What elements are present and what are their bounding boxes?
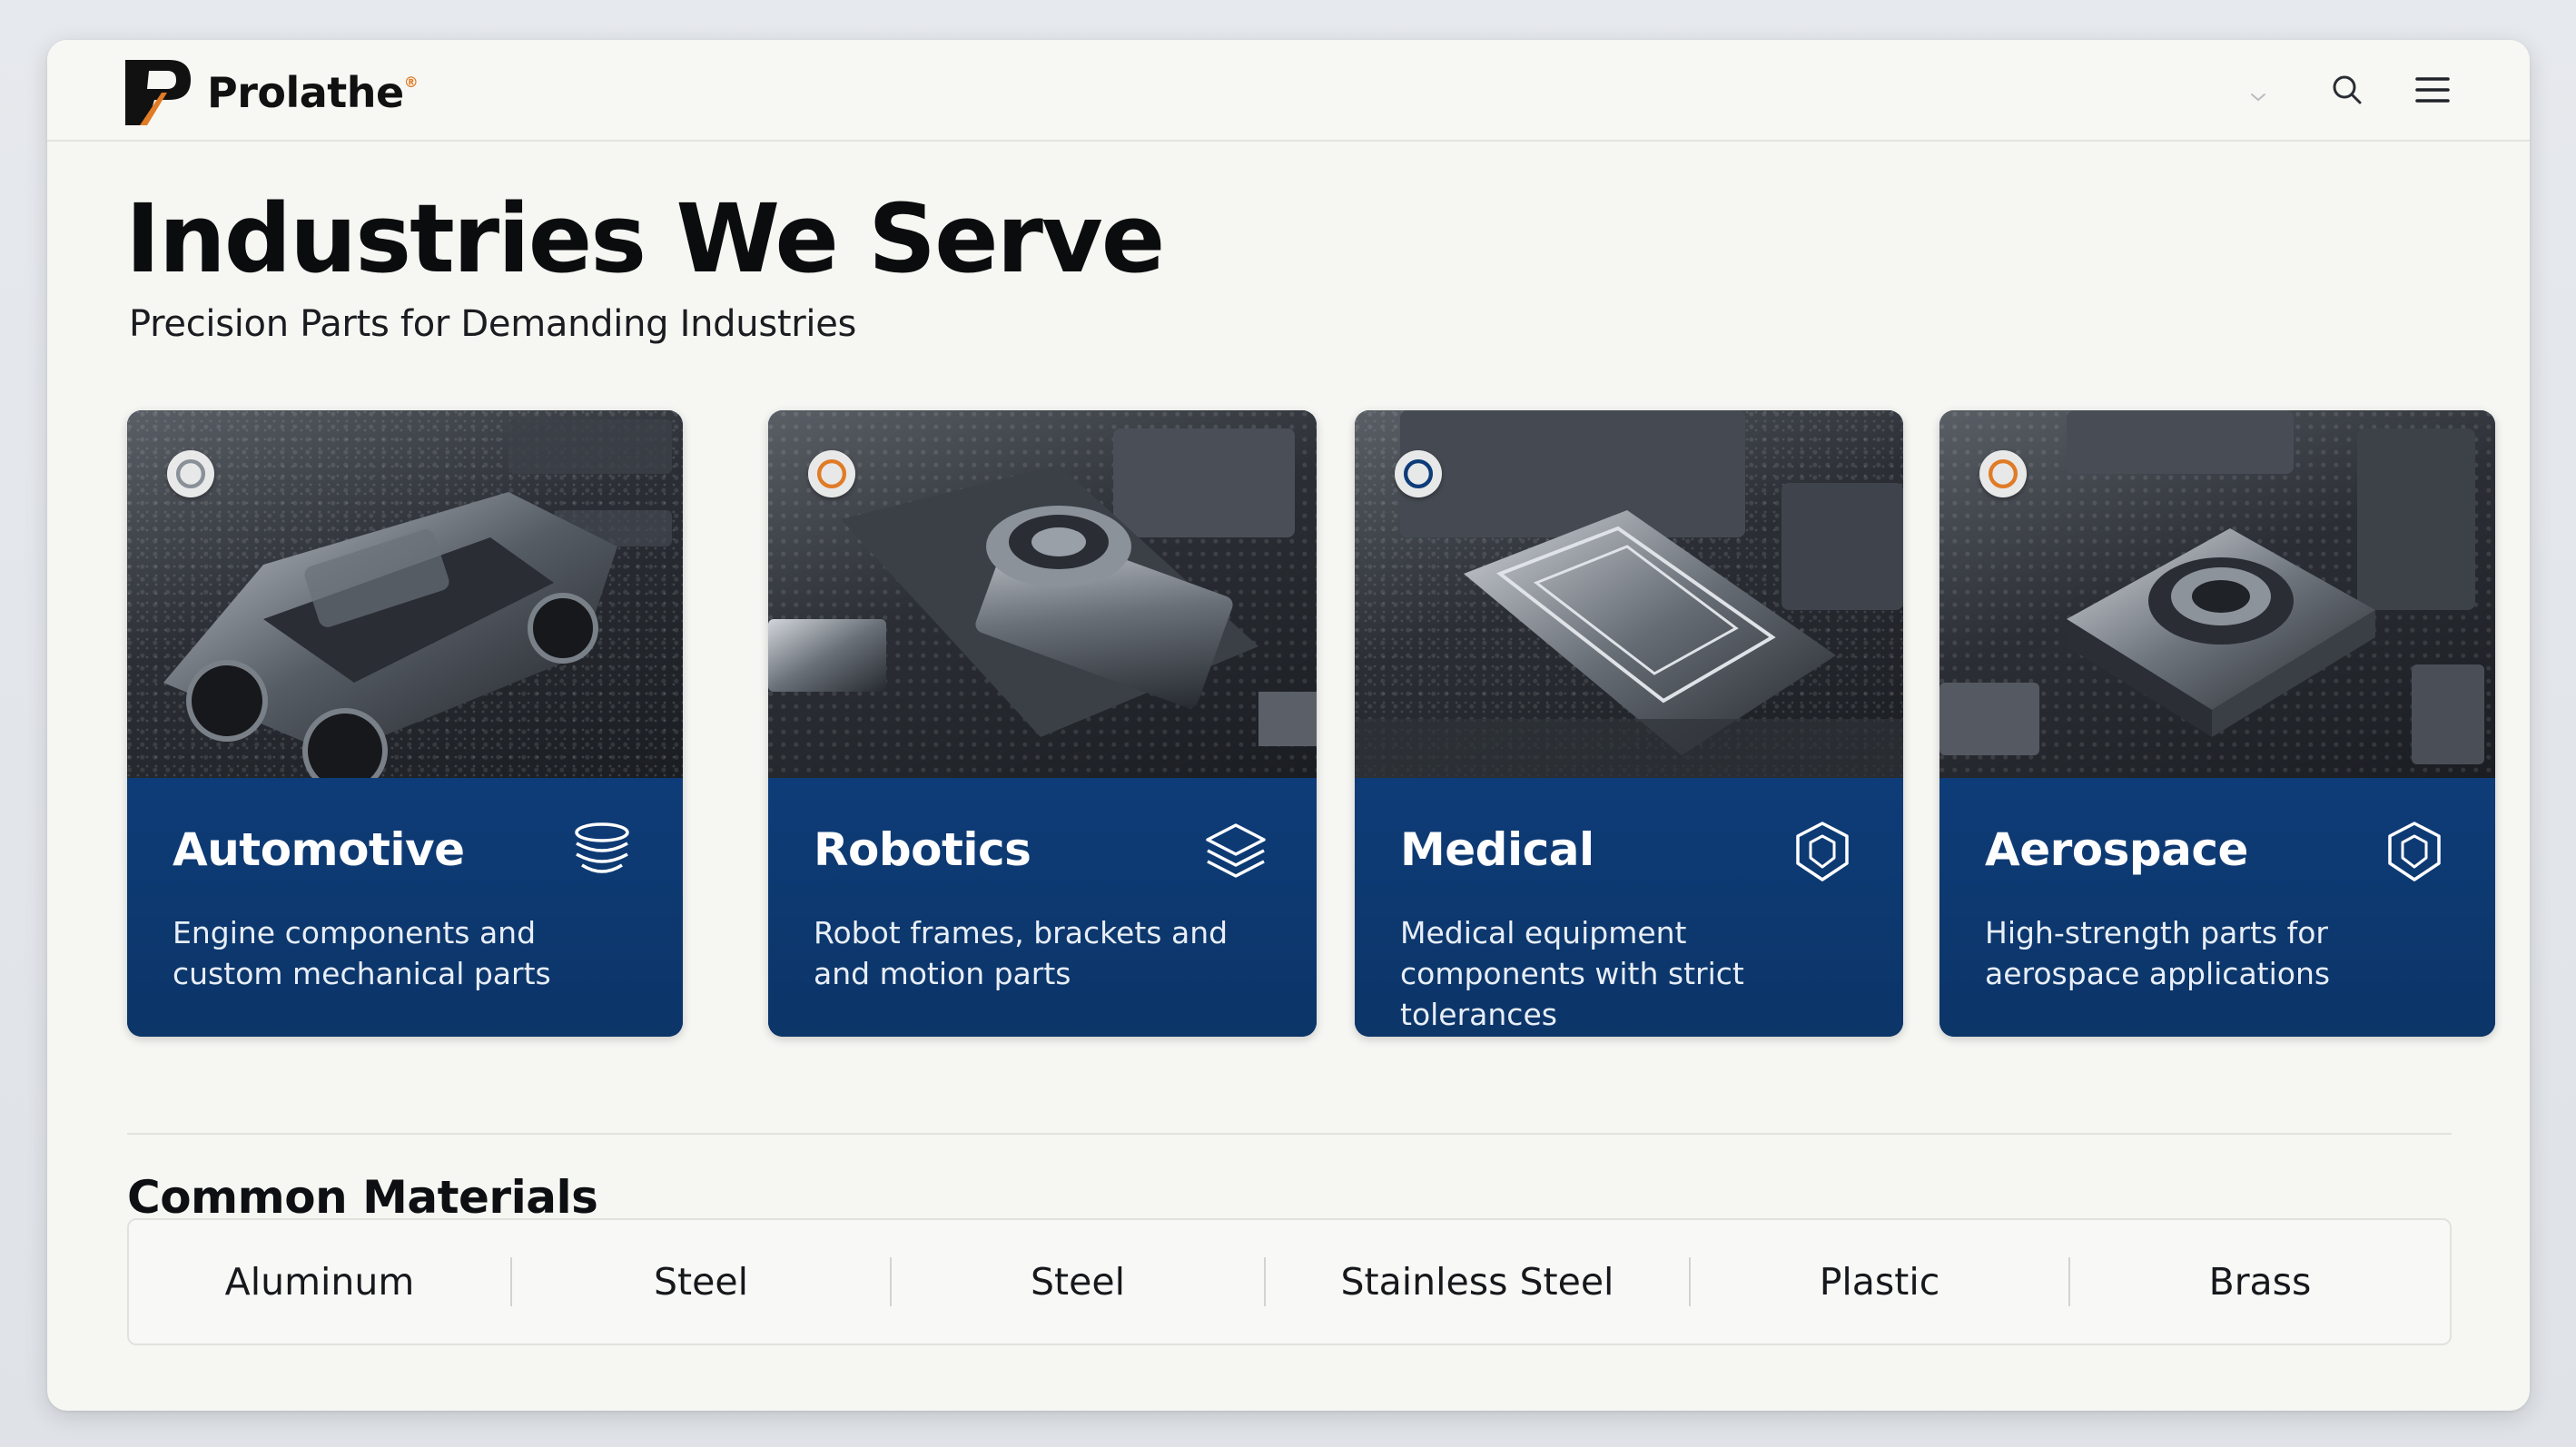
material-item-brass[interactable]: Brass	[2070, 1220, 2450, 1344]
card-title: Medical	[1400, 823, 1594, 876]
card-title: Aerospace	[1985, 823, 2248, 876]
card-image-robotics	[768, 410, 1317, 778]
page-subtitle: Precision Parts for Demanding Industries	[129, 303, 857, 345]
section-divider	[127, 1133, 2452, 1135]
card-badge-icon	[808, 450, 855, 497]
menu-icon[interactable]	[2412, 69, 2453, 111]
app-window: Prolathe® Industries We Serve Precision …	[47, 40, 2530, 1411]
card-image-automotive	[127, 410, 683, 778]
card-description: Engine components and custom mechanical …	[173, 915, 551, 991]
industry-card-aerospace[interactable]: Aerospace High-strength parts for aerosp…	[1939, 410, 2495, 1037]
card-body: Robotics Robot frames, brackets and and …	[768, 778, 1317, 1037]
card-title: Automotive	[173, 823, 465, 876]
card-body: Medical Medical equipment components wit…	[1355, 778, 1903, 1037]
industry-card-robotics[interactable]: Robotics Robot frames, brackets and and …	[768, 410, 1317, 1037]
page-title: Industries We Serve	[125, 183, 1165, 294]
brand-name: Prolathe®	[207, 68, 419, 117]
brand-logo[interactable]: Prolathe®	[122, 56, 419, 129]
material-item-stainless-steel[interactable]: Stainless Steel	[1266, 1220, 1689, 1344]
layers-icon	[1206, 823, 1266, 878]
chevron-down-icon[interactable]	[2245, 84, 2272, 111]
materials-heading: Common Materials	[127, 1171, 598, 1224]
search-icon[interactable]	[2326, 69, 2368, 111]
industry-card-medical[interactable]: Medical Medical equipment components wit…	[1355, 410, 1903, 1037]
card-body: Automotive Engine components and custom …	[127, 778, 683, 1037]
card-image-medical	[1355, 410, 1903, 778]
card-badge-icon	[167, 450, 214, 497]
card-description: Medical equipment components with strict…	[1400, 915, 1744, 1032]
card-description: Robot frames, brackets and and motion pa…	[814, 915, 1229, 991]
material-item-steel[interactable]: Steel	[892, 1220, 1264, 1344]
card-badge-icon	[1395, 450, 1442, 497]
material-item-plastic[interactable]: Plastic	[1691, 1220, 2068, 1344]
card-description: High-strength parts for aerospace applic…	[1985, 915, 2331, 991]
card-badge-icon	[1979, 450, 2027, 497]
shield-icon	[1796, 822, 1849, 881]
prolathe-logo-icon	[125, 60, 191, 125]
card-image-aerospace	[1939, 410, 2495, 778]
materials-list: Aluminum Steel Steel Stainless Steel Pla…	[127, 1218, 2452, 1345]
industry-card-automotive[interactable]: Automotive Engine components and custom …	[127, 410, 683, 1037]
stack-icon	[575, 822, 629, 873]
shield-icon	[2388, 822, 2441, 881]
card-body: Aerospace High-strength parts for aerosp…	[1939, 778, 2495, 1037]
material-item-steel[interactable]: Steel	[512, 1220, 890, 1344]
top-nav: Prolathe®	[47, 40, 2530, 142]
card-title: Robotics	[814, 823, 1031, 876]
material-item-aluminum[interactable]: Aluminum	[129, 1220, 510, 1344]
industry-cards: Automotive Engine components and custom …	[127, 410, 2495, 1037]
